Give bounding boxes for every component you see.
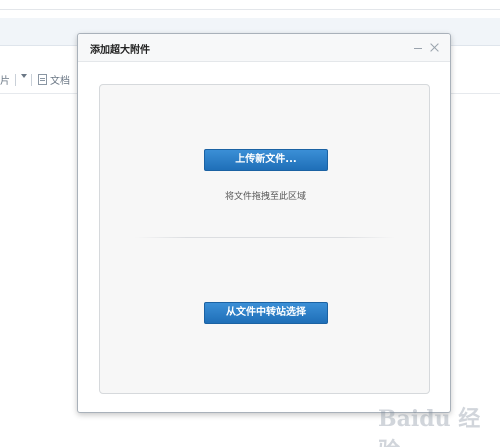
toolbar-doc-button[interactable]: 文档	[38, 72, 70, 87]
caret-down-icon	[21, 74, 27, 78]
toolbar-image-button[interactable]: 图片	[0, 72, 10, 87]
document-icon	[38, 74, 47, 85]
toolbar-image-label: 图片	[0, 76, 10, 87]
dialog-header: 添加超大附件	[78, 34, 450, 62]
select-from-transfer-station-button[interactable]: 从文件中转站选择	[204, 302, 328, 324]
toolbar-separator	[31, 74, 32, 86]
file-drop-zone[interactable]: 上传新文件... 将文件拖拽至此区域 从文件中转站选择	[99, 84, 430, 394]
toolbar-dropdown-toggle[interactable]	[19, 74, 27, 78]
toolbar-separator	[15, 74, 16, 86]
toolbar-doc-label: 文档	[50, 76, 70, 87]
app-top-bar	[0, 0, 500, 10]
drop-hint-text: 将文件拖拽至此区域	[224, 192, 306, 202]
close-icon[interactable]	[429, 42, 440, 53]
dialog-title: 添加超大附件	[90, 45, 150, 56]
divider	[135, 237, 395, 238]
attachment-dialog: 添加超大附件 上传新文件... 将文件拖拽至此区域 从文件中转站选择	[77, 33, 451, 413]
minimize-icon[interactable]	[413, 43, 423, 53]
watermark-text: Baidu 经验	[378, 406, 481, 447]
watermark-logo: Baidu 经验	[360, 395, 495, 447]
upload-new-file-button[interactable]: 上传新文件...	[204, 149, 328, 171]
